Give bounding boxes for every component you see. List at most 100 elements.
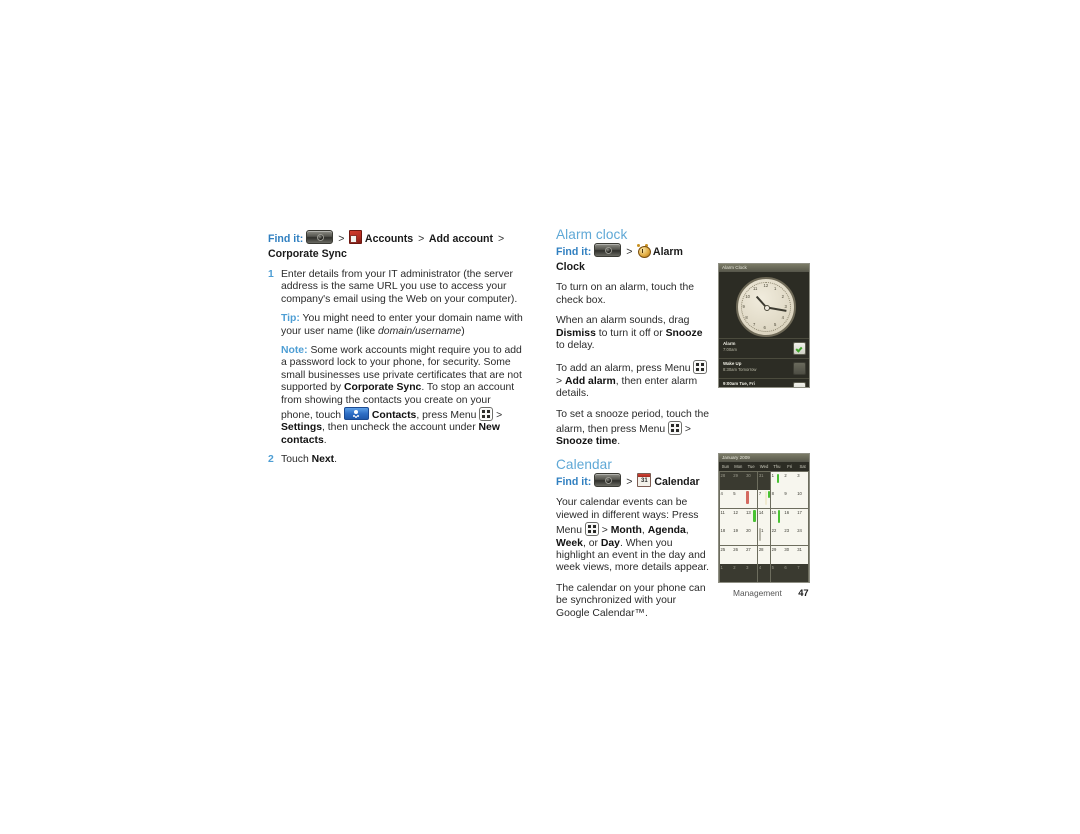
alarm-list-item[interactable]: Alarm 7:00am xyxy=(719,338,809,358)
calendar-day-cell[interactable]: 5 xyxy=(770,564,783,582)
calendar-day-cell[interactable]: 18 xyxy=(719,527,732,545)
bold-agenda: Agenda xyxy=(647,525,686,537)
list-number: 1 xyxy=(268,269,274,280)
tip-italic: domain/username xyxy=(378,325,462,337)
calendar-day-cell[interactable]: 1 xyxy=(770,471,783,490)
note-label: Note: xyxy=(281,345,308,357)
alarm-list-item[interactable]: 9:00am Tue, Fri xyxy=(719,378,809,387)
bold-dismiss: Dismiss xyxy=(556,327,596,339)
calendar-day-cell[interactable]: 31 xyxy=(757,471,771,490)
left-text-column: Find it: > Accounts > Add account > Corp… xyxy=(268,230,524,474)
findit-alarm-clock: Find it: > Alarm Clock xyxy=(556,243,711,275)
list-item: 2 Touch Next. xyxy=(268,454,524,466)
calendar-day-cell[interactable]: 13 xyxy=(745,508,758,527)
calendar-day-cell[interactable]: 23 xyxy=(783,527,796,545)
note-text-c: , press Menu xyxy=(416,410,480,422)
txt-e: , or xyxy=(582,537,601,549)
footer-section-label: Management xyxy=(733,588,782,598)
clock-numeral: 6 xyxy=(763,325,766,330)
calendar-weekday: Mon xyxy=(734,464,743,469)
calendar-day-cell[interactable]: 29 xyxy=(732,471,745,490)
alarm-checkbox[interactable] xyxy=(793,382,806,387)
txt-b: > xyxy=(556,375,565,387)
clock-numeral: 4 xyxy=(781,314,785,320)
calendar-day-cell[interactable]: 3 xyxy=(796,471,809,490)
alarm-checkbox[interactable] xyxy=(793,362,806,375)
menu-icon xyxy=(584,522,599,537)
calendar-day-cell[interactable]: 28 xyxy=(757,545,771,564)
calendar-day-cell[interactable]: 22 xyxy=(770,527,783,545)
calendar-day-cell[interactable]: 30 xyxy=(745,471,758,490)
clock-numeral: 3 xyxy=(784,304,787,309)
calendar-day-cell[interactable]: 7 xyxy=(757,490,771,508)
calendar-day-cell[interactable]: 20 xyxy=(745,527,758,545)
section-heading-calendar: Calendar xyxy=(556,456,612,472)
calendar-day-cell[interactable]: 6 xyxy=(783,564,796,582)
calendar-day-cell[interactable]: 10 xyxy=(796,490,809,508)
list-item-text-suffix: . xyxy=(334,454,338,466)
calendar-day-cell[interactable]: 19 xyxy=(732,527,745,545)
calendar-day-cell[interactable]: 24 xyxy=(796,527,809,545)
calendar-day-cell[interactable]: 29 xyxy=(770,545,783,564)
calendar-day-cell[interactable]: 28 xyxy=(719,471,732,490)
calendar-event-bar xyxy=(753,509,756,522)
txt-d: to delay. xyxy=(556,340,595,352)
findit-label: Find it: xyxy=(268,233,304,245)
list-item-bold-next: Next xyxy=(311,454,335,466)
right-text-column: Alarm clock Find it: > Alarm Clock To tu… xyxy=(556,227,711,628)
screenshot-calendar: January 2009 Sun Mon Tue Wed Thu Fri Sat 28 29 3… xyxy=(718,453,810,583)
calendar-month-grid: 2829303112345678910111213141516171819202… xyxy=(719,471,809,582)
calendar-day-cell[interactable]: 1 xyxy=(719,564,732,582)
note-bold-settings: Settings xyxy=(281,422,322,434)
calendar-event-bar xyxy=(777,509,781,523)
alarm-checkbox[interactable] xyxy=(793,342,806,355)
calendar-day-cell[interactable]: 11 xyxy=(719,508,732,527)
clock-numeral: 5 xyxy=(774,322,777,328)
calendar-day-cell[interactable]: 17 xyxy=(796,508,809,527)
footer: Management 47 xyxy=(733,587,809,598)
calendar-day-cell[interactable]: 27 xyxy=(745,545,758,564)
calendar-day-cell[interactable]: 15 xyxy=(770,508,783,527)
clock-center-pin xyxy=(764,305,770,311)
calendar-day-cell[interactable]: 6 xyxy=(745,490,758,508)
contacts-icon xyxy=(343,407,369,421)
bold-month: Month xyxy=(610,525,642,537)
clock-numeral: 7 xyxy=(753,322,756,328)
calendar-weekday: Tue xyxy=(747,464,755,469)
calendar-weekday-header: Sun Mon Tue Wed Thu Fri Sat xyxy=(719,462,809,471)
note-bold-contacts: Contacts xyxy=(371,410,417,422)
chevron-sep-icon-3: > xyxy=(498,233,505,245)
calendar-day-cell[interactable]: 26 xyxy=(732,545,745,564)
calendar-day-cell[interactable]: 8 xyxy=(770,490,783,508)
calendar-day-cell[interactable]: 7 xyxy=(796,564,809,582)
calendar-icon: 31 xyxy=(637,473,652,488)
note-block: Note: Some work accounts might require y… xyxy=(268,345,524,447)
manual-page: Find it: > Accounts > Add account > Corp… xyxy=(0,0,1080,834)
clock-numeral: 9 xyxy=(742,304,745,309)
calendar-day-cell[interactable]: 2 xyxy=(783,471,796,490)
calendar-event-bar xyxy=(776,473,780,483)
calendar-day-cell[interactable]: 14 xyxy=(757,508,771,527)
calendar-day-cell[interactable]: 25 xyxy=(719,545,732,564)
txt-b: > xyxy=(598,525,611,537)
clock-numeral: 12 xyxy=(763,283,769,288)
calendar-day-cell[interactable]: 4 xyxy=(757,564,771,582)
calendar-day-cell[interactable]: 30 xyxy=(783,545,796,564)
findit-corporate-sync: Find it: > Accounts > Add account > Corp… xyxy=(268,230,524,262)
calendar-day-cell[interactable]: 9 xyxy=(783,490,796,508)
tip-text-b: ) xyxy=(461,325,465,337)
calendar-day-cell[interactable]: 21 xyxy=(757,527,771,545)
launcher-icon xyxy=(594,243,622,258)
calendar-day-cell[interactable]: 3 xyxy=(745,564,758,582)
clock-numeral: 2 xyxy=(781,293,785,299)
calendar-day-cell[interactable]: 16 xyxy=(783,508,796,527)
calendar-day-cell[interactable]: 2 xyxy=(732,564,745,582)
section-heading-alarm-clock: Alarm clock xyxy=(556,227,628,242)
menu-icon xyxy=(693,360,708,375)
calendar-day-cell[interactable]: 12 xyxy=(732,508,745,527)
calendar-day-cell[interactable]: 5 xyxy=(732,490,745,508)
calendar-day-cell[interactable]: 4 xyxy=(719,490,732,508)
paragraph-calendar-views: Your calendar events can be viewed in di… xyxy=(556,497,711,574)
alarm-list-item[interactable]: Wake Up 8:30am Tomorrow xyxy=(719,358,809,378)
calendar-day-cell[interactable]: 31 xyxy=(796,545,809,564)
